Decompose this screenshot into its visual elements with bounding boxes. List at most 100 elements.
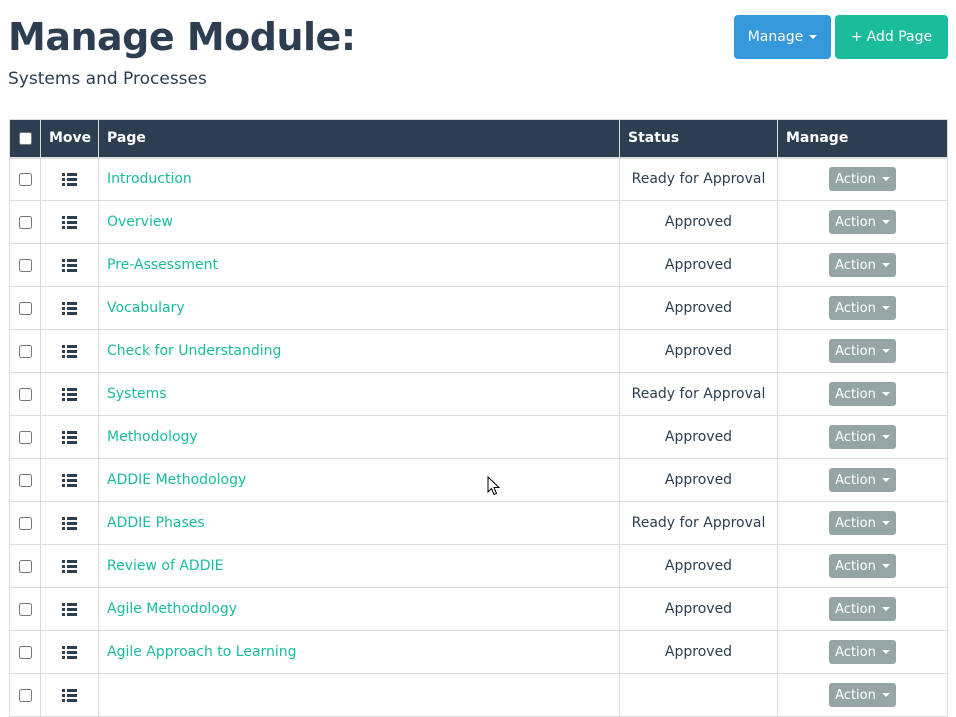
list-icon[interactable]: [62, 430, 77, 444]
action-button-label: Action: [835, 687, 876, 703]
page-link[interactable]: Methodology: [107, 429, 198, 445]
action-dropdown-button[interactable]: Action: [829, 425, 896, 449]
list-icon[interactable]: [62, 473, 77, 487]
manage-cell: Action: [777, 544, 948, 588]
action-dropdown-button[interactable]: Action: [829, 597, 896, 621]
action-dropdown-button[interactable]: Action: [829, 640, 896, 664]
row-checkbox[interactable]: [18, 559, 32, 573]
action-dropdown-button[interactable]: Action: [829, 683, 896, 707]
row-checkbox[interactable]: [18, 602, 32, 616]
action-dropdown-button[interactable]: Action: [829, 339, 896, 363]
list-icon[interactable]: [62, 172, 77, 186]
page-cell: Methodology: [98, 415, 620, 459]
action-button-label: Action: [835, 472, 876, 488]
status-cell: Approved: [619, 415, 778, 459]
list-icon[interactable]: [62, 258, 77, 272]
row-select-cell: [9, 501, 41, 545]
page-link[interactable]: Systems: [107, 386, 167, 402]
action-button-label: Action: [835, 601, 876, 617]
status-cell: Approved: [619, 630, 778, 674]
page-link[interactable]: Agile Methodology: [107, 601, 237, 617]
status-cell: Ready for Approval: [619, 157, 778, 201]
page-cell: Introduction: [98, 157, 620, 201]
row-checkbox[interactable]: [18, 215, 32, 229]
table-row: Systems Ready for Approval Action: [9, 372, 948, 416]
manage-dropdown-button[interactable]: Manage: [734, 15, 831, 59]
action-dropdown-button[interactable]: Action: [829, 511, 896, 535]
action-dropdown-button[interactable]: Action: [829, 382, 896, 406]
action-dropdown-button[interactable]: Action: [829, 167, 896, 192]
status-cell: [619, 673, 778, 717]
table-row: ADDIE Phases Ready for Approval Action: [9, 501, 948, 545]
list-icon[interactable]: [62, 688, 77, 702]
row-checkbox[interactable]: [18, 430, 32, 444]
caret-down-icon: [809, 35, 818, 39]
page-link[interactable]: ADDIE Phases: [107, 515, 205, 531]
add-page-button[interactable]: + Add Page: [835, 15, 948, 59]
table-row: Vocabulary Approved Action: [9, 286, 948, 330]
action-dropdown-button[interactable]: Action: [829, 253, 896, 277]
list-icon[interactable]: [62, 301, 77, 315]
row-checkbox[interactable]: [18, 688, 32, 702]
table-row: Agile Approach to Learning Approved Action: [9, 630, 948, 674]
page-link[interactable]: Check for Understanding: [107, 343, 281, 359]
action-dropdown-button[interactable]: Action: [829, 296, 896, 320]
page-link[interactable]: ADDIE Methodology: [107, 472, 246, 488]
status-cell: Approved: [619, 200, 778, 244]
action-dropdown-button[interactable]: Action: [829, 210, 896, 234]
page-link[interactable]: Pre-Assessment: [107, 257, 218, 273]
move-cell: [40, 329, 99, 373]
manage-cell: Action: [777, 673, 948, 717]
row-checkbox[interactable]: [18, 258, 32, 272]
row-checkbox[interactable]: [18, 516, 32, 530]
manage-cell: Action: [777, 243, 948, 287]
page-link[interactable]: Agile Approach to Learning: [107, 644, 297, 660]
row-checkbox[interactable]: [18, 172, 32, 186]
list-icon[interactable]: [62, 559, 77, 573]
action-dropdown-button[interactable]: Action: [829, 468, 896, 492]
row-select-cell: [9, 630, 41, 674]
move-cell: [40, 587, 99, 631]
move-column-header: Move: [40, 119, 99, 159]
row-checkbox[interactable]: [18, 473, 32, 487]
page-cell: Pre-Assessment: [98, 243, 620, 287]
table-row: Pre-Assessment Approved Action: [9, 243, 948, 287]
row-select-cell: [9, 544, 41, 588]
page-link[interactable]: Review of ADDIE: [107, 558, 223, 574]
page-link[interactable]: Overview: [107, 214, 173, 230]
manage-cell: Action: [777, 501, 948, 545]
list-icon[interactable]: [62, 645, 77, 659]
page-link[interactable]: Introduction: [107, 171, 192, 187]
select-all-checkbox[interactable]: [18, 131, 32, 145]
page-column-header: Page: [98, 119, 620, 159]
manage-cell: Action: [777, 630, 948, 674]
table-row: Methodology Approved Action: [9, 415, 948, 459]
row-checkbox[interactable]: [18, 387, 32, 401]
page-cell: Overview: [98, 200, 620, 244]
list-icon[interactable]: [62, 516, 77, 530]
pages-table: Move Page Status Manage Introduction Read…: [9, 119, 948, 717]
table-row: Action: [9, 673, 948, 717]
row-checkbox[interactable]: [18, 645, 32, 659]
list-icon[interactable]: [62, 215, 77, 229]
row-checkbox[interactable]: [18, 301, 32, 315]
page-link[interactable]: Vocabulary: [107, 300, 185, 316]
row-select-cell: [9, 286, 41, 330]
list-icon[interactable]: [62, 344, 77, 358]
caret-down-icon: [881, 607, 890, 611]
row-checkbox[interactable]: [18, 344, 32, 358]
move-cell: [40, 544, 99, 588]
move-cell: [40, 501, 99, 545]
action-button-label: Action: [835, 644, 876, 660]
action-dropdown-button[interactable]: Action: [829, 554, 896, 578]
status-cell: Approved: [619, 587, 778, 631]
page-cell: Vocabulary: [98, 286, 620, 330]
move-cell: [40, 415, 99, 459]
page-cell: [98, 673, 620, 717]
caret-down-icon: [881, 263, 890, 267]
manage-cell: Action: [777, 587, 948, 631]
manage-column-header: Manage: [777, 119, 948, 159]
list-icon[interactable]: [62, 387, 77, 401]
manage-cell: Action: [777, 200, 948, 244]
list-icon[interactable]: [62, 602, 77, 616]
